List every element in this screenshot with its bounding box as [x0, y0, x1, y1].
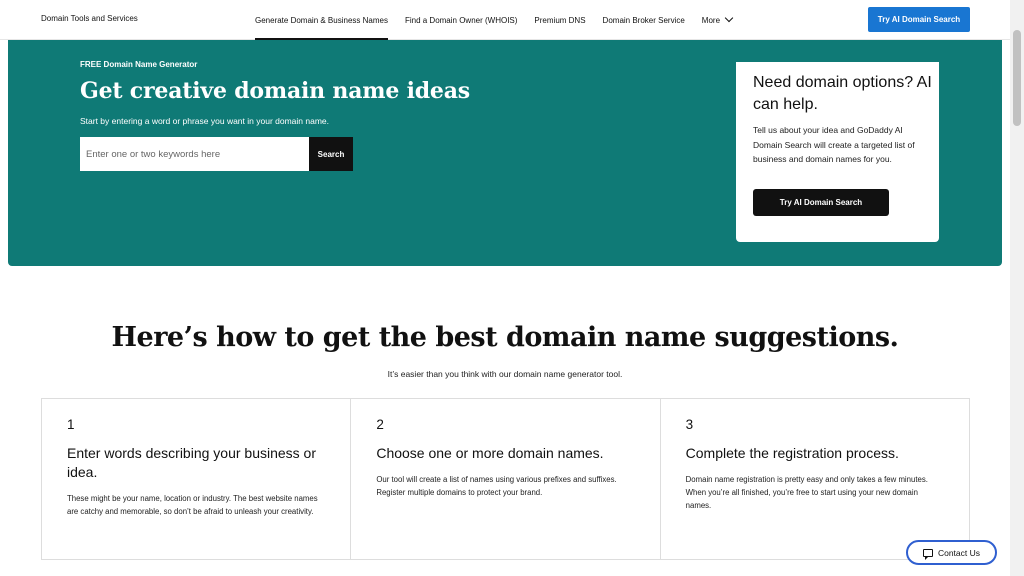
nav-item-broker-service[interactable]: Domain Broker Service [603, 0, 685, 40]
hero-banner: FREE Domain Name Generator Get creative … [8, 40, 1002, 266]
nav-item-premium-dns[interactable]: Premium DNS [534, 0, 585, 40]
nav-item-whois[interactable]: Find a Domain Owner (WHOIS) [405, 0, 517, 40]
page-scrollbar[interactable] [1010, 0, 1024, 576]
steps-list: 1 Enter words describing your business o… [41, 398, 970, 560]
hero-eyebrow: FREE Domain Name Generator [80, 60, 198, 69]
nav-item-generate-names[interactable]: Generate Domain & Business Names [255, 0, 388, 40]
nav-item-more[interactable]: More [701, 0, 734, 40]
hero-subtitle: Start by entering a word or phrase you w… [80, 116, 329, 126]
contact-us-button[interactable]: Contact Us [906, 540, 997, 565]
step-number: 2 [376, 417, 384, 432]
top-nav-bar: Domain Tools and Services Generate Domai… [0, 0, 1010, 40]
contact-us-label: Contact Us [937, 547, 981, 558]
ai-help-card: Need domain options? AI can help. Tell u… [736, 62, 939, 242]
step-title: Choose one or more domain names. [376, 445, 604, 461]
search-button[interactable]: Search [309, 137, 353, 171]
step-card: 2 Choose one or more domain names. Our t… [351, 399, 661, 559]
step-card: 3 Complete the registration process. Dom… [661, 399, 969, 559]
steps-section-subtitle: It’s easier than you think with our doma… [387, 369, 623, 379]
scrollbar-thumb[interactable] [1013, 30, 1021, 126]
nav-more-label: More [701, 15, 721, 25]
step-title: Enter words describing your business or … [67, 445, 317, 480]
chevron-down-icon [724, 13, 734, 23]
keyword-search-input[interactable] [80, 137, 310, 171]
chat-icon [922, 548, 933, 560]
steps-section-title: Here’s how to get the best domain name s… [111, 322, 899, 353]
step-description: Domain name registration is pretty easy … [685, 475, 928, 510]
ai-card-body: Tell us about your idea and GoDaddy AI D… [753, 125, 915, 164]
page: Domain Tools and Services Generate Domai… [0, 0, 1024, 576]
try-ai-domain-search-button[interactable]: Try AI Domain Search [868, 7, 970, 32]
step-number: 3 [685, 417, 694, 432]
main-nav: Generate Domain & Business Names Find a … [255, 0, 734, 40]
step-description: Our tool will create a list of names usi… [376, 475, 617, 497]
hero-title: Get creative domain name ideas [80, 78, 470, 104]
step-description: These might be your name, location or in… [67, 494, 318, 516]
step-title: Complete the registration process. [685, 445, 899, 461]
step-card: 1 Enter words describing your business o… [42, 399, 352, 559]
ai-card-try-button[interactable]: Try AI Domain Search [753, 189, 889, 216]
step-number: 1 [67, 417, 75, 432]
ai-card-title: Need domain options? AI can help. [753, 74, 932, 113]
brand-link[interactable]: Domain Tools and Services [41, 14, 138, 23]
